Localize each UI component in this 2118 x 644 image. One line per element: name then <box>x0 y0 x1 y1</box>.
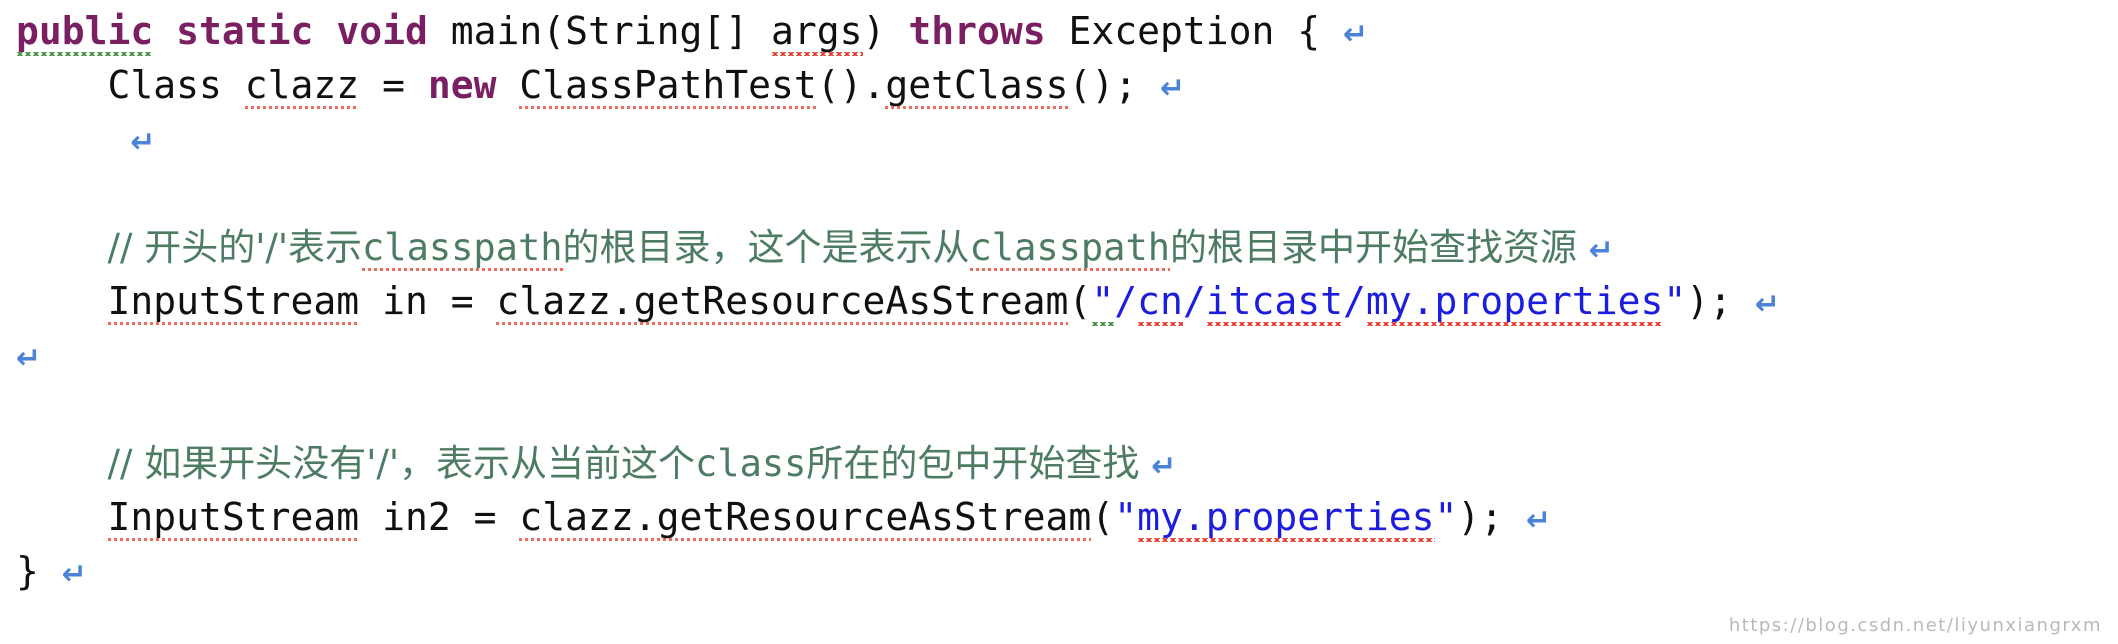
code-token: in2 = <box>359 495 520 539</box>
code-token: Class <box>107 63 245 107</box>
code-editor[interactable]: public static void main(String[] args) t… <box>0 0 2118 644</box>
code-line[interactable]: ↵ <box>16 328 2118 382</box>
watermark-text: https://blog.csdn.net/liyunxiangrxm <box>1728 615 2102 636</box>
code-token: clazz <box>244 63 360 111</box>
comment-token: classpath <box>362 226 563 273</box>
line-end-marker-icon: ↵ <box>61 557 87 592</box>
comment-token: classpath <box>969 226 1170 273</box>
string-literal-token: itcast <box>1205 279 1344 327</box>
code-line[interactable]: Class clazz = new ClassPathTest().getCla… <box>16 58 2118 112</box>
code-token: clazz.getResourceAsStream <box>519 495 1092 543</box>
string-literal-token: my.properties <box>1137 495 1435 543</box>
code-line[interactable]: InputStream in2 = clazz.getResourceAsStr… <box>16 490 2118 544</box>
code-line[interactable]: InputStream in = clazz.getResourceAsStre… <box>16 274 2118 328</box>
code-token: (). <box>816 63 886 107</box>
code-line[interactable]: public static void main(String[] args) t… <box>16 4 2118 58</box>
code-line[interactable] <box>16 166 2118 220</box>
code-token: InputStream <box>107 495 360 543</box>
line-end-marker-icon: ↵ <box>16 341 42 376</box>
keyword-token: static <box>176 9 314 53</box>
string-literal-token: / <box>1182 279 1206 323</box>
code-token: ); <box>1457 495 1527 539</box>
string-literal-token: / <box>1343 279 1366 323</box>
code-token: ( <box>1068 279 1092 323</box>
keyword-token: throws <box>908 9 1046 53</box>
code-token: ClassPathTest <box>519 63 817 111</box>
line-end-marker-icon: ↵ <box>1526 503 1552 538</box>
line-end-marker-icon: ↵ <box>130 125 156 160</box>
comment-token: 的根目录，这个是表示从 <box>562 226 970 269</box>
code-line[interactable]: ↵ <box>16 112 2118 166</box>
string-literal-token: " <box>1663 279 1687 323</box>
string-literal-token: cn <box>1137 279 1183 327</box>
code-token: = <box>359 63 428 107</box>
string-literal-token: my.properties <box>1365 279 1664 327</box>
string-literal-token: / <box>1114 279 1138 323</box>
comment-token: class <box>695 442 807 485</box>
code-line[interactable] <box>16 382 2118 436</box>
code-token: Exception { <box>1045 9 1344 53</box>
code-line[interactable]: // 如果开头没有'/'，表示从当前这个class所在的包中开始查找 ↵ <box>16 436 2118 490</box>
line-end-marker-icon: ↵ <box>1588 233 1614 268</box>
code-line[interactable]: // 开头的'/'表示classpath的根目录，这个是表示从classpath… <box>16 220 2118 274</box>
comment-token: // 如果开头没有'/'，表示从当前这个 <box>107 442 696 485</box>
code-line[interactable]: } ↵ <box>16 544 2118 598</box>
string-literal-token: " <box>1114 495 1138 539</box>
line-end-marker-icon: ↵ <box>1151 449 1177 484</box>
code-token: getClass <box>885 63 1069 111</box>
code-token: ); <box>1686 279 1755 323</box>
keyword-token: void <box>336 9 428 53</box>
comment-token: // 开头的'/'表示 <box>107 226 363 269</box>
code-token: (); <box>1068 63 1160 107</box>
string-literal-token: " <box>1091 279 1115 327</box>
comment-token: 所在的包中开始查找 <box>806 442 1152 485</box>
keyword-token: public <box>16 9 154 57</box>
code-token: ) <box>862 9 909 53</box>
line-end-marker-icon: ↵ <box>1754 287 1781 322</box>
code-token: args <box>771 9 863 57</box>
line-end-marker-icon: ↵ <box>1343 17 1369 52</box>
keyword-token: new <box>427 63 497 107</box>
code-token: clazz.getResourceAsStream <box>496 279 1069 327</box>
code-token: in = <box>359 279 497 323</box>
code-token: } <box>16 549 62 593</box>
comment-token: 的根目录中开始查找资源 <box>1170 226 1589 269</box>
code-token: ( <box>1091 495 1115 539</box>
string-literal-token: " <box>1434 495 1458 539</box>
code-token: main(String[] <box>427 9 772 53</box>
code-token: InputStream <box>107 279 360 327</box>
code-lines-container[interactable]: public static void main(String[] args) t… <box>0 0 2118 598</box>
line-end-marker-icon: ↵ <box>1159 71 1186 106</box>
